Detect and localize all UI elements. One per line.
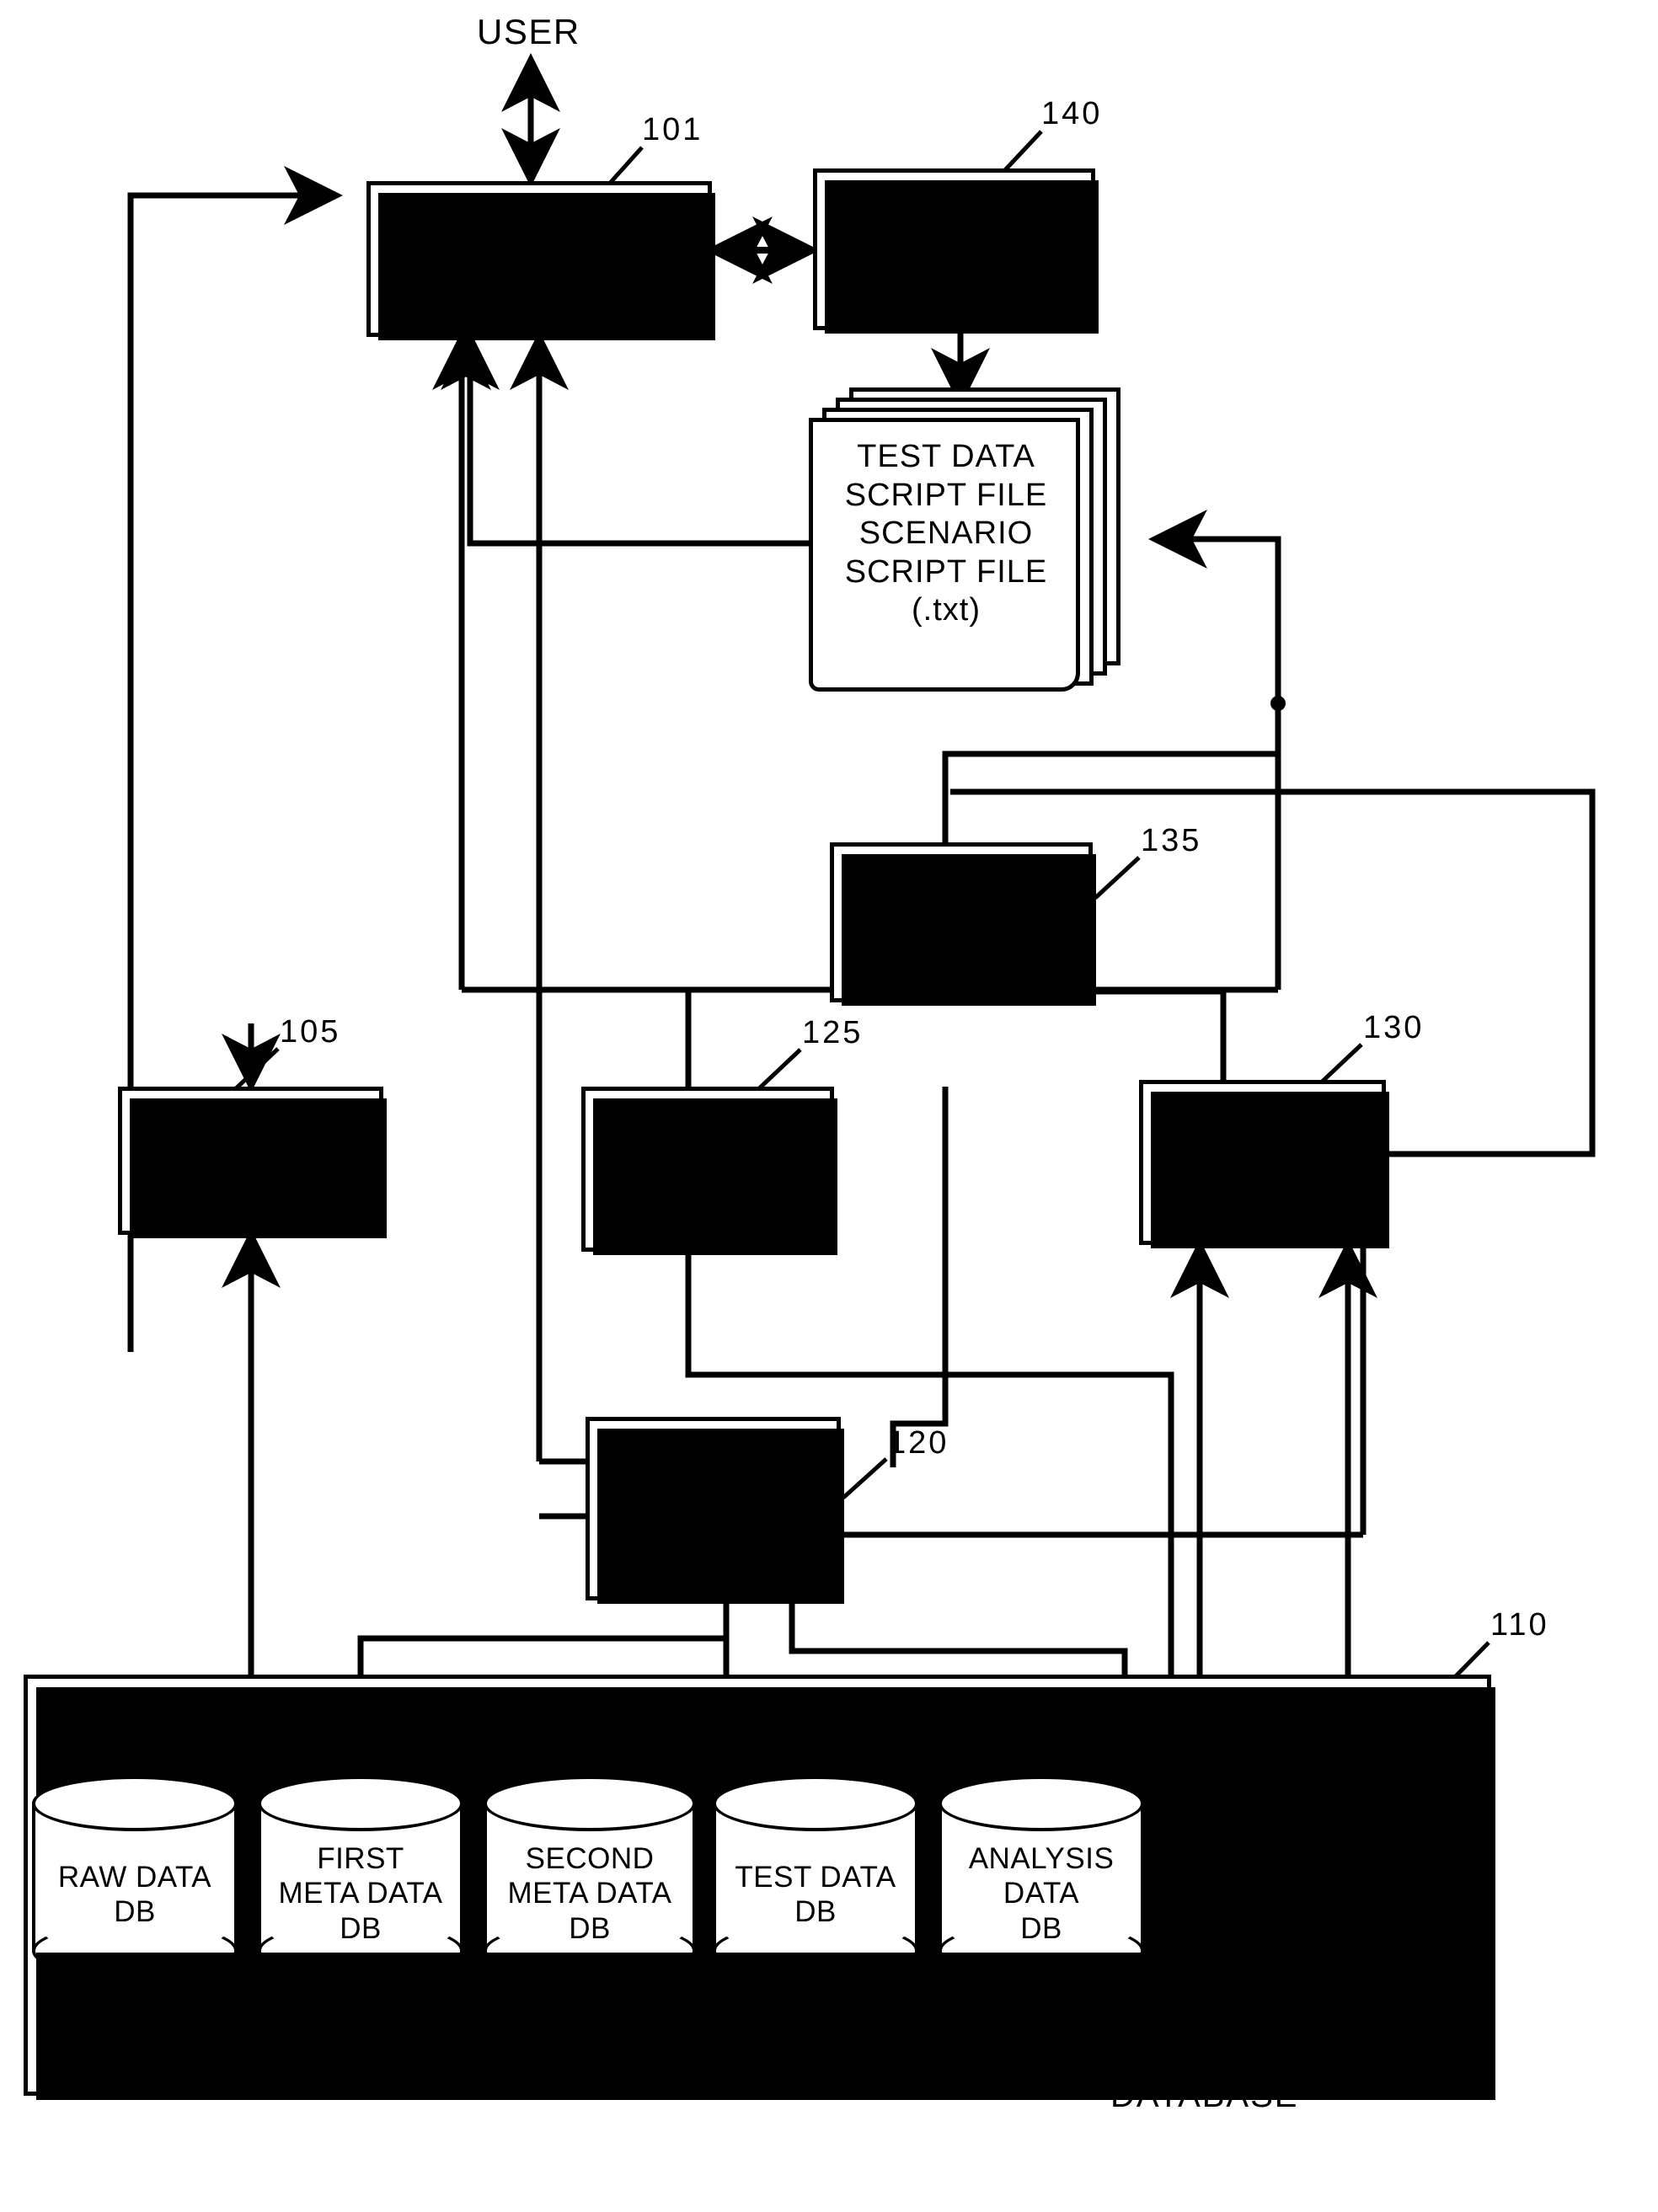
ref-115: 115: [563, 2044, 622, 2079]
cylinder-bottom-ellipse: [713, 1922, 918, 1980]
db113-line-3: DB: [340, 1911, 382, 1945]
leader-135: [1094, 856, 1141, 900]
block-135-line-1: TEST DATA: [872, 866, 1051, 902]
db111-line-2: DB: [114, 1895, 156, 1929]
block-120-line-1: TEST DATA: [623, 1472, 803, 1508]
block-raw-data-db-update-module[interactable]: RAW DATA DB UPDATE MODULE: [118, 1087, 387, 1238]
database-label: DATABASE: [1110, 2077, 1299, 2114]
db117-line-2: DB: [794, 1895, 837, 1929]
block-125-line-3: GENERATOR: [603, 1189, 812, 1225]
block-135-line-3: GENERATOR: [857, 942, 1066, 978]
patent-figure: INPUT AND OUTPUT MEANS STORAGE MEANS RAW…: [0, 0, 1658, 2212]
block-test-data-analyzer[interactable]: TEST DATA ANALYZER: [1139, 1080, 1389, 1248]
cylinder-label: FIRST META DATA DB: [258, 1841, 463, 1946]
db119-line-3: DB: [1020, 1911, 1062, 1945]
leader-120: [842, 1457, 888, 1499]
user-label: USER: [477, 12, 580, 51]
doc-line-4: SCRIPT FILE: [844, 553, 1048, 590]
block-test-data-script-file-generator[interactable]: TEST DATA SCRIPT FILE GENERATOR: [581, 1087, 837, 1255]
cylinder-raw-data-db[interactable]: RAW DATA DB: [32, 1776, 238, 1980]
block-105-line-3: MODULE: [179, 1180, 322, 1216]
cylinder-test-data-db[interactable]: TEST DATA DB: [713, 1776, 918, 1980]
block-135-line-2: SCENARIO: [874, 904, 1049, 940]
block-101-line-1: INPUT AND: [441, 217, 638, 258]
cylinder-top-ellipse: [32, 1776, 238, 1831]
doc-line-5: (.txt): [912, 592, 981, 628]
ref-113: 113: [334, 2044, 393, 2079]
block-125-line-2: SCRIPT FILE: [606, 1151, 810, 1187]
ref-110: 110: [1490, 1607, 1549, 1643]
cylinder-label: RAW DATA DB: [32, 1860, 238, 1930]
db117-line-1: TEST DATA: [735, 1861, 896, 1894]
block-105-line-1: RAW DATA: [165, 1104, 336, 1141]
block-130-line-1: TEST DATA: [1173, 1125, 1352, 1162]
ref-120: 120: [888, 1425, 949, 1461]
ref-140: 140: [1041, 96, 1103, 131]
cylinder-second-meta-data-db[interactable]: SECOND META DATA DB: [484, 1776, 696, 1980]
block-test-data-generator[interactable]: TEST DATA GENERATOR: [586, 1417, 844, 1604]
document-stack-test-data-script-file[interactable]: TEST DATA SCRIPT FILE SCENARIO SCRIPT FI…: [809, 387, 1120, 695]
cylinder-top-ellipse: [258, 1776, 463, 1831]
wire-into-docs-right: [1148, 510, 1281, 703]
cylinder-top-ellipse: [939, 1776, 1144, 1831]
db119-line-2: DATA: [1003, 1877, 1080, 1910]
block-140-line-1: STORAGE: [864, 208, 1044, 248]
wire-135-down-to-120: [890, 1087, 949, 1467]
ref-105: 105: [280, 1014, 341, 1050]
block-storage-means[interactable]: STORAGE MEANS: [813, 168, 1099, 334]
block-101-line-2: OUTPUT MEANS: [393, 259, 685, 300]
cylinder-label: ANALYSIS DATA DB: [939, 1841, 1144, 1946]
leader-105: [231, 1047, 280, 1093]
block-130-line-2: ANALYZER: [1175, 1163, 1350, 1199]
db113-line-1: FIRST: [317, 1842, 404, 1875]
db113-line-2: META DATA: [278, 1877, 443, 1910]
ref-135: 135: [1141, 823, 1202, 858]
wire-docs-to-101-c: [441, 331, 814, 547]
block-105-line-2: DB UPDATE: [156, 1142, 345, 1178]
db115-line-2: META DATA: [507, 1877, 672, 1910]
leader-140: [1001, 130, 1043, 174]
cylinder-first-meta-data-db[interactable]: FIRST META DATA DB: [258, 1776, 463, 1980]
block-120-line-2: GENERATOR: [609, 1509, 817, 1545]
doc-line-3: SCENARIO: [858, 516, 1034, 552]
ref-130: 130: [1363, 1010, 1425, 1045]
cylinder-analysis-data-db[interactable]: ANALYSIS DATA DB: [939, 1776, 1144, 1980]
wire-to-135-top: [942, 703, 1281, 842]
block-input-output-means[interactable]: INPUT AND OUTPUT MEANS: [366, 181, 715, 340]
db119-line-1: ANALYSIS: [968, 1842, 1115, 1875]
db115-line-3: DB: [569, 1911, 611, 1945]
cylinder-top-ellipse: [484, 1776, 696, 1831]
ref-125: 125: [802, 1015, 864, 1050]
cylinder-label: SECOND META DATA DB: [484, 1841, 696, 1946]
db111-line-1: RAW DATA: [57, 1861, 212, 1894]
db115-line-1: SECOND: [525, 1842, 655, 1875]
ref-101: 101: [642, 112, 703, 147]
wire-135-to-130: [1093, 988, 1227, 1080]
ref-111: 111: [108, 2044, 164, 2079]
block-125-line-1: TEST DATA: [618, 1113, 797, 1149]
doc-line-2: SCRIPT FILE: [844, 477, 1048, 513]
block-test-data-scenario-generator[interactable]: TEST DATA SCENARIO GENERATOR: [830, 842, 1096, 1006]
cylinder-top-ellipse: [713, 1776, 918, 1831]
cylinder-bottom-ellipse: [32, 1922, 238, 1980]
document-stack-label: TEST DATA SCRIPT FILE SCENARIO SCRIPT FI…: [812, 438, 1080, 630]
cylinder-label: TEST DATA DB: [713, 1860, 918, 1930]
ref-119: 119: [1014, 2044, 1073, 2079]
doc-line-1: TEST DATA: [857, 439, 1035, 474]
ref-117: 117: [789, 2044, 848, 2079]
leader-125: [754, 1048, 802, 1093]
block-140-line-2: MEANS: [889, 250, 1019, 290]
